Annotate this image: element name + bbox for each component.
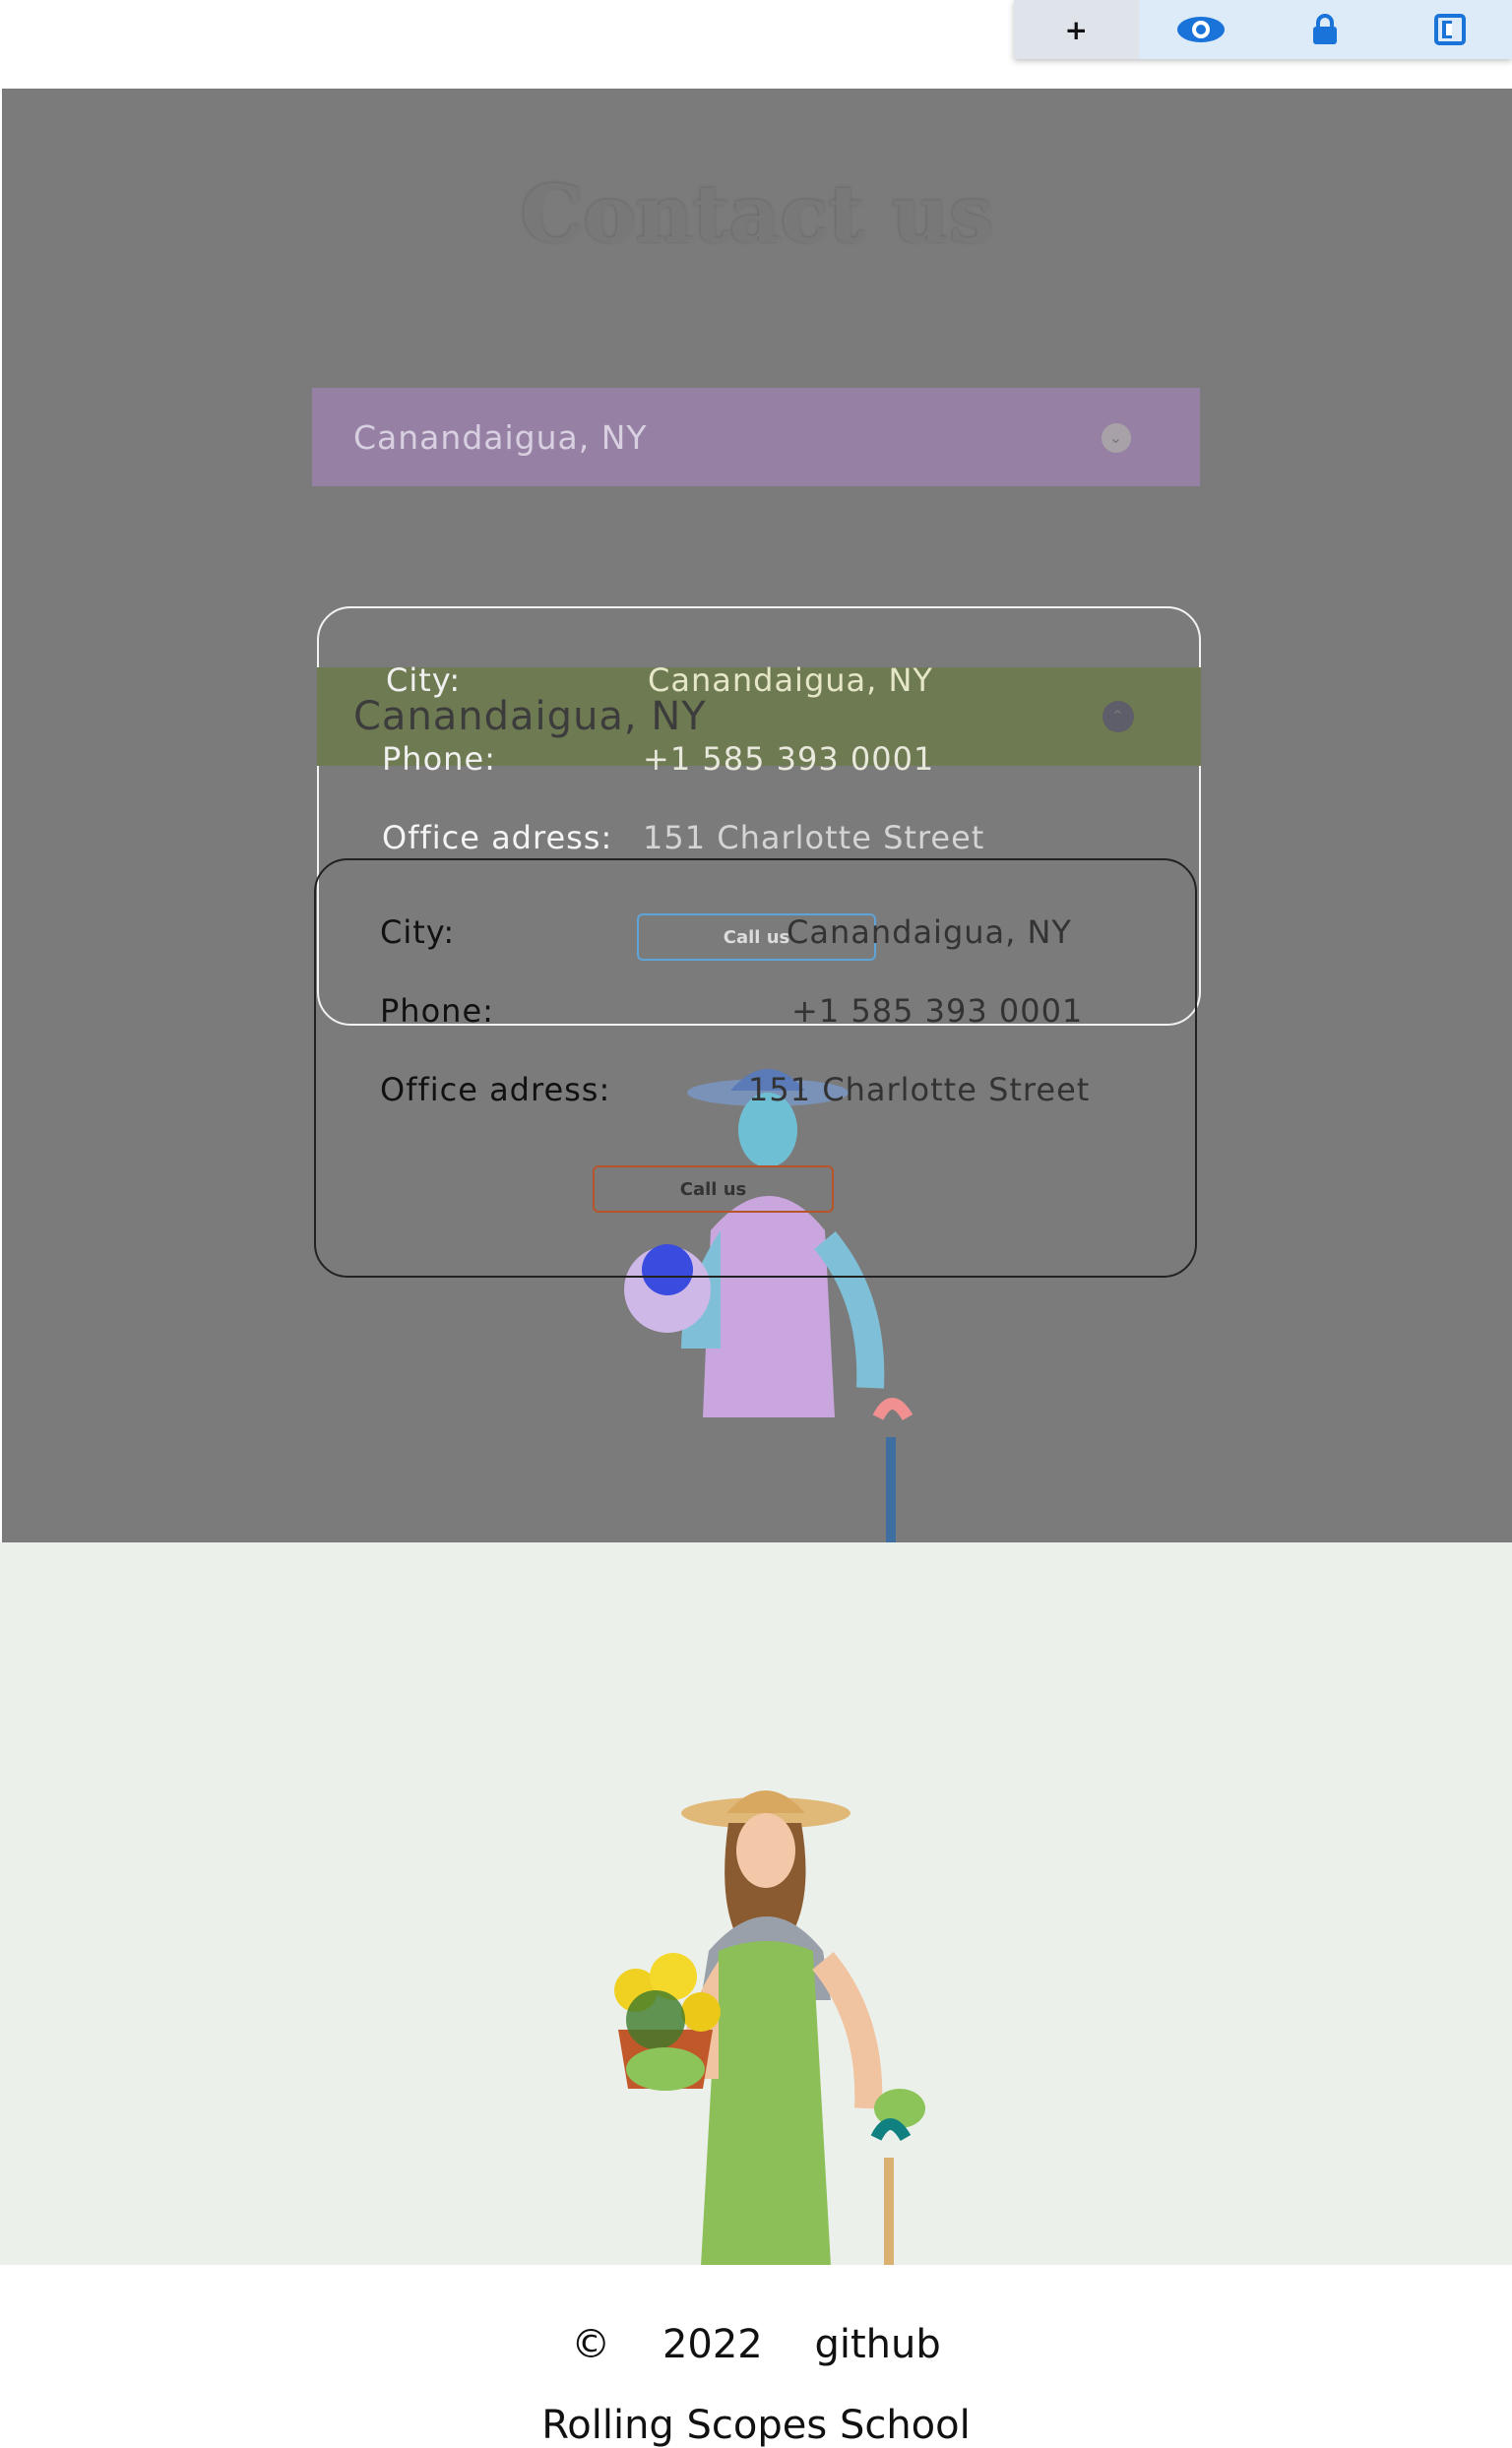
overlay-title: Contact us [2, 167, 1512, 260]
footer-row: © 2022 github [0, 2322, 1512, 2367]
call-us-button[interactable]: Call us [593, 1165, 834, 1213]
city-select-value: Canandaigua, NY [353, 418, 648, 457]
contact-hero [0, 1542, 1512, 2265]
card2-city-value: Canandaigua, NY [787, 913, 1072, 951]
city-select-overlay[interactable]: Canandaigua, NY ⌄ [312, 388, 1200, 486]
card1-city-value: Canandaigua, NY [648, 661, 933, 699]
card2-city-label: City: [380, 913, 455, 951]
footer: © 2022 github Rolling Scopes School [0, 2265, 1512, 2417]
gardener-image [571, 1784, 984, 2266]
card1-address-label: Office adress: [382, 819, 612, 856]
copyright-icon: © [571, 2322, 610, 2367]
card1-address-value: 151 Charlotte Street [643, 819, 984, 856]
footer-year: 2022 [662, 2322, 763, 2367]
card1-phone-label: Phone: [382, 740, 496, 778]
github-link[interactable]: github [814, 2322, 940, 2367]
card2-phone-label: Phone: [380, 992, 494, 1030]
contact-overlay: Contact us Canandaigua, NY ⌄ Canandaigua… [2, 89, 1512, 1542]
extension-toolbar: + [1014, 0, 1512, 59]
city-select-ghost-value: Canandaigua, NY [353, 694, 707, 739]
eye-icon[interactable] [1139, 0, 1264, 59]
card2-address-label: Office adress: [380, 1071, 610, 1108]
panel-icon[interactable] [1388, 0, 1512, 59]
chevron-up-icon: ⌃ [1102, 701, 1134, 732]
card2-phone-value: +1 585 393 0001 [791, 992, 1083, 1030]
plus-icon[interactable]: + [1014, 0, 1139, 59]
card1-phone-value: +1 585 393 0001 [643, 740, 934, 778]
lock-icon[interactable] [1263, 0, 1388, 59]
card1-city-label: City: [386, 661, 461, 699]
card2-address-value: 151 Charlotte Street [748, 1071, 1090, 1108]
chevron-down-icon: ⌄ [1102, 423, 1131, 453]
school-link[interactable]: Rolling Scopes School [0, 2403, 1512, 2448]
